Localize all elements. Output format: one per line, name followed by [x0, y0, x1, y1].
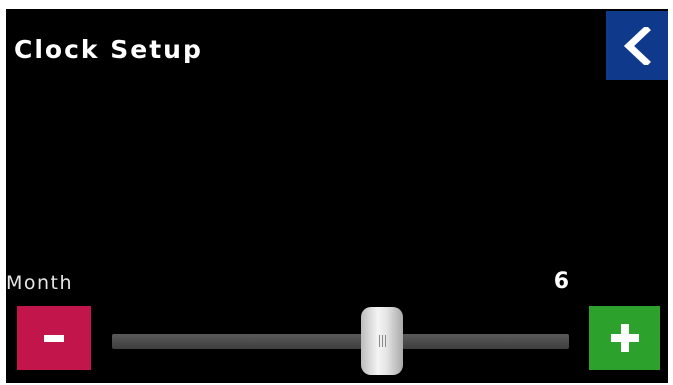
slider-value: 6 [553, 269, 569, 294]
decrement-button[interactable] [17, 306, 91, 370]
month-slider-track[interactable] [112, 334, 569, 349]
plus-icon [610, 324, 639, 352]
page-title: Clock Setup [14, 35, 203, 64]
increment-button[interactable] [589, 306, 660, 370]
month-slider-thumb[interactable] [361, 307, 403, 375]
grip-icon [378, 335, 386, 347]
slider-label: Month [6, 272, 74, 294]
back-button[interactable] [606, 11, 668, 80]
minus-icon [44, 334, 64, 342]
clock-setup-screen: Clock Setup Month 6 [6, 9, 668, 383]
chevron-left-icon [623, 26, 651, 65]
